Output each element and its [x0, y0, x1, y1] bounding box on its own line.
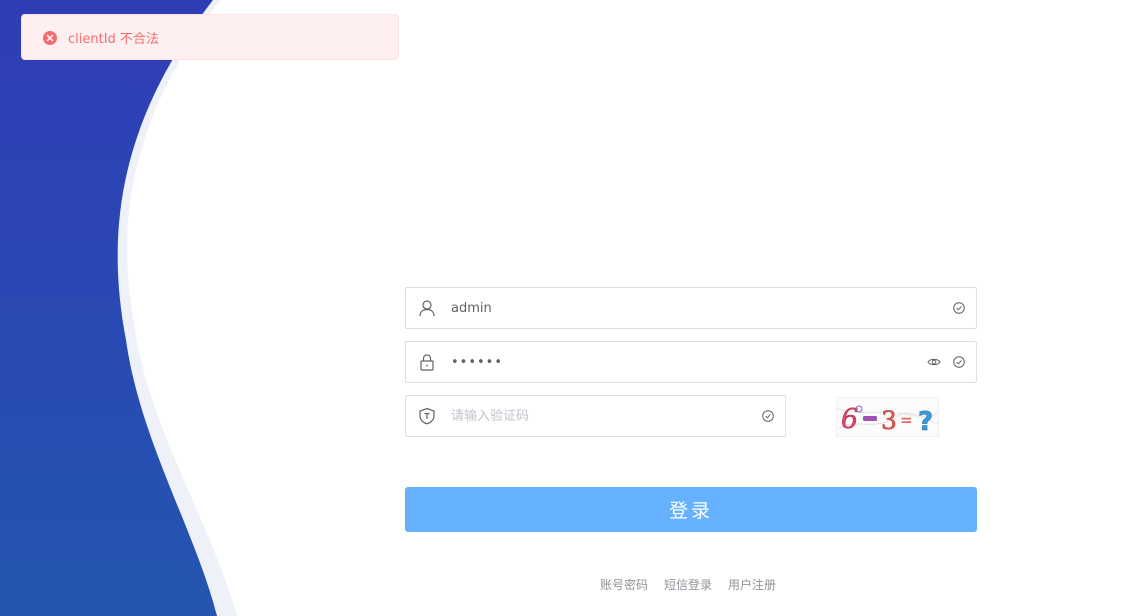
circle-check-icon: [953, 356, 965, 368]
account-password-link[interactable]: 账号密码: [600, 576, 648, 593]
captcha-image[interactable]: 6 3 = ?: [836, 397, 939, 437]
background-wave-dark: [0, 0, 217, 616]
user-icon: [418, 299, 436, 317]
svg-text:?: ?: [918, 407, 933, 436]
login-mode-links: 账号密码 短信登录 用户注册: [600, 576, 792, 593]
captcha-field[interactable]: [405, 395, 786, 437]
captcha-input[interactable]: [451, 397, 762, 435]
sms-login-link[interactable]: 短信登录: [664, 576, 712, 593]
register-link[interactable]: 用户注册: [728, 576, 776, 593]
username-field[interactable]: [405, 287, 977, 329]
error-toast: clientId 不合法: [21, 14, 399, 60]
eye-icon[interactable]: [927, 357, 941, 367]
circle-check-icon: [953, 302, 965, 314]
circle-check-icon: [762, 410, 774, 422]
svg-text:3: 3: [881, 406, 897, 435]
error-toast-message: clientId 不合法: [68, 31, 159, 47]
lock-icon: [418, 353, 436, 371]
shield-text-icon: [418, 407, 436, 425]
username-input[interactable]: [451, 289, 953, 327]
circle-close-icon: [43, 30, 57, 45]
password-field[interactable]: ••••••: [405, 341, 977, 383]
svg-text:=: =: [900, 411, 913, 429]
login-button[interactable]: 登录: [405, 487, 977, 532]
password-input[interactable]: ••••••: [451, 343, 927, 381]
